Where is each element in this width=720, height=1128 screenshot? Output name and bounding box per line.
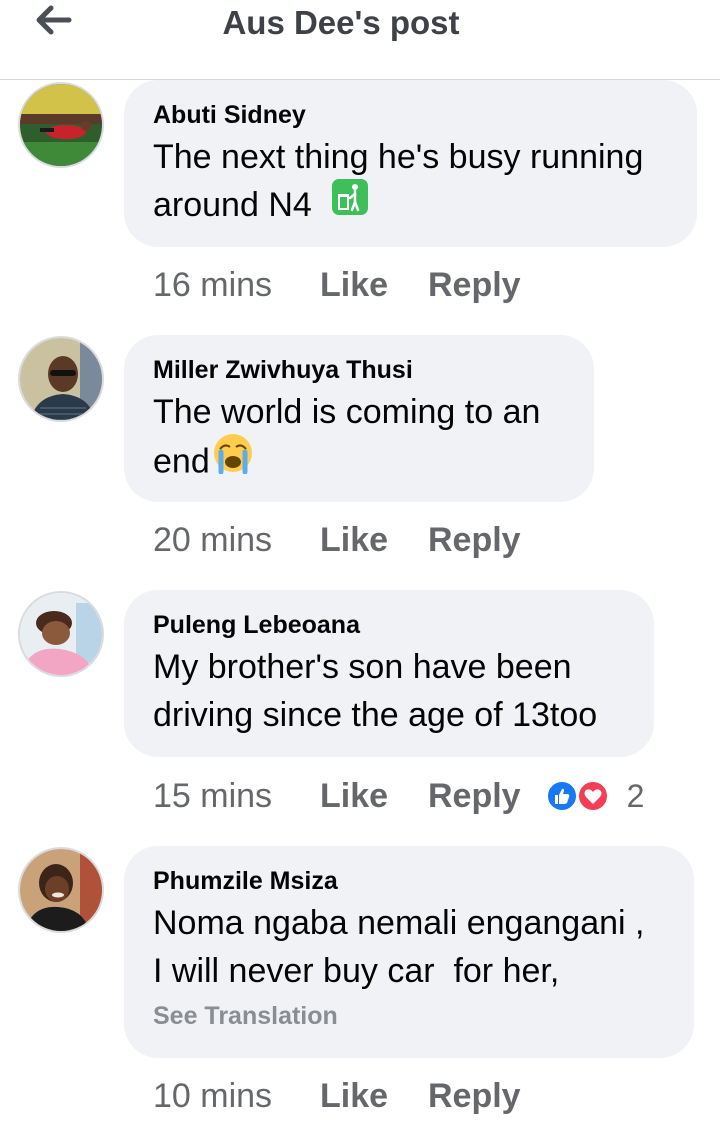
- comment-time[interactable]: 16 mins: [153, 266, 320, 305]
- like-button[interactable]: Like: [320, 266, 428, 305]
- comment-meta: 15 mins Like Reply 2: [153, 774, 644, 818]
- comment-text: Noma ngaba nemali engangani , I will nev…: [153, 904, 645, 990]
- comment-bubble[interactable]: Miller Zwivhuya Thusi The world is comin…: [124, 335, 594, 502]
- reply-button[interactable]: Reply: [428, 777, 521, 816]
- comment-time[interactable]: 15 mins: [153, 777, 320, 816]
- like-love-reaction-icon: [545, 780, 609, 812]
- reply-button[interactable]: Reply: [428, 1077, 521, 1116]
- reaction-summary[interactable]: 2: [545, 777, 645, 815]
- reply-button[interactable]: Reply: [428, 266, 521, 305]
- avatar[interactable]: [18, 847, 104, 933]
- avatar[interactable]: [18, 336, 104, 422]
- crying-face-emoji-icon: [212, 432, 254, 487]
- comment-author[interactable]: Miller Zwivhuya Thusi: [153, 355, 566, 385]
- reaction-count: 2: [626, 777, 645, 814]
- like-button[interactable]: Like: [320, 777, 428, 816]
- comment-bubble[interactable]: Phumzile Msiza Noma ngaba nemali enganga…: [124, 846, 694, 1058]
- comment-bubble[interactable]: Abuti Sidney The next thing he's busy ru…: [124, 80, 697, 247]
- like-button[interactable]: Like: [320, 1077, 428, 1116]
- top-bar: Aus Dee's post: [0, 0, 720, 80]
- comment-meta: 20 mins Like Reply: [153, 518, 521, 562]
- comment-time[interactable]: 20 mins: [153, 521, 320, 560]
- comment-text: My brother's son have been driving since…: [153, 648, 598, 734]
- comment-bubble[interactable]: Puleng Lebeoana My brother's son have be…: [124, 590, 654, 757]
- avatar[interactable]: [18, 82, 104, 168]
- like-button[interactable]: Like: [320, 521, 428, 560]
- comment-meta: 10 mins Like Reply: [153, 1074, 521, 1118]
- comment-author[interactable]: Abuti Sidney: [153, 100, 669, 130]
- comment-author[interactable]: Puleng Lebeoana: [153, 610, 626, 640]
- avatar[interactable]: [18, 591, 104, 677]
- comment-text: The next thing he's busy running around …: [153, 133, 669, 233]
- comment-text: The world is coming to an end: [153, 388, 566, 491]
- see-translation-link[interactable]: See Translation: [153, 1001, 666, 1031]
- reply-button[interactable]: Reply: [428, 521, 521, 560]
- trash-can-emoji-icon: [331, 178, 369, 229]
- comment-meta: 16 mins Like Reply: [153, 263, 521, 307]
- comment-time[interactable]: 10 mins: [153, 1077, 320, 1116]
- comment-author[interactable]: Phumzile Msiza: [153, 866, 666, 896]
- page-title: Aus Dee's post: [222, 4, 460, 41]
- post-comments-page: Aus Dee's post Abuti Sidney The next thi…: [0, 0, 720, 1128]
